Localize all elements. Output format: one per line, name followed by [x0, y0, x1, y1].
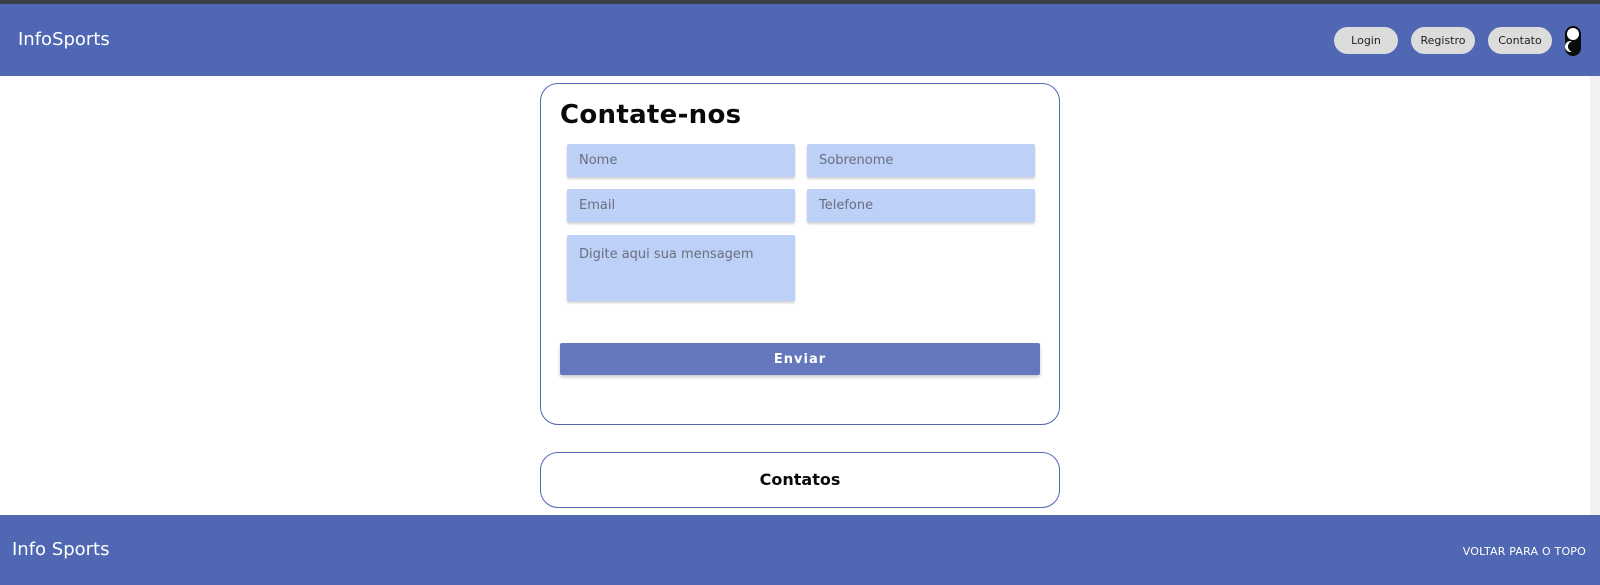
nome-input[interactable]: [567, 144, 795, 177]
contatos-title: Contatos: [759, 470, 841, 489]
footer-brand: Info Sports: [12, 539, 110, 560]
contato-button[interactable]: Contato: [1488, 27, 1552, 54]
contact-form-card: Contate-nos Enviar: [540, 83, 1060, 425]
registro-button[interactable]: Registro: [1411, 27, 1475, 54]
page-scrollbar[interactable]: [1590, 76, 1600, 585]
contatos-card: Contatos: [540, 452, 1060, 508]
contact-form-title: Contate-nos: [560, 100, 742, 130]
site-brand[interactable]: InfoSports: [18, 28, 110, 52]
moon-icon: [1568, 41, 1579, 52]
footer: Info Sports VOLTAR PARA O TOPO: [0, 515, 1600, 585]
theme-toggle[interactable]: [1565, 26, 1581, 56]
login-button[interactable]: Login: [1334, 27, 1398, 54]
toggle-knob: [1567, 28, 1579, 40]
back-to-top-link[interactable]: VOLTAR PARA O TOPO: [1463, 545, 1586, 558]
mensagem-textarea[interactable]: [567, 235, 795, 301]
telefone-input[interactable]: [807, 189, 1035, 222]
email-input[interactable]: [567, 189, 795, 222]
enviar-button[interactable]: Enviar: [560, 343, 1040, 375]
navbar: InfoSports Login Registro Contato: [0, 4, 1600, 76]
sobrenome-input[interactable]: [807, 144, 1035, 177]
